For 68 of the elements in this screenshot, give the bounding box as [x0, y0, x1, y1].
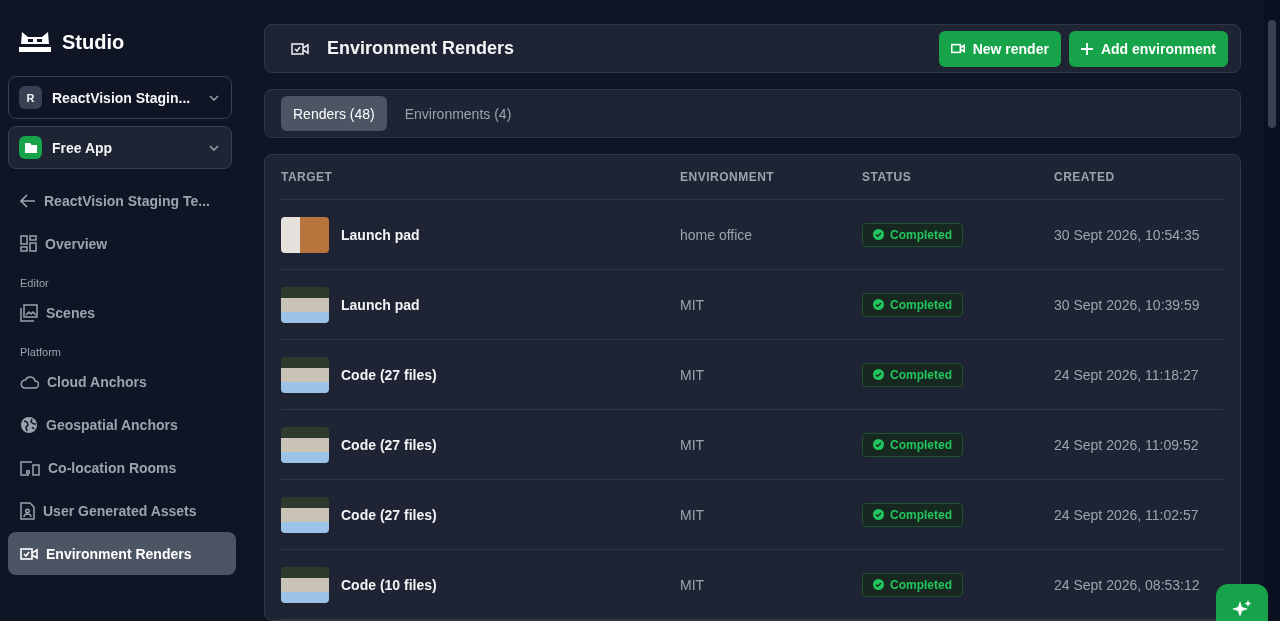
status-badge: Completed [862, 222, 963, 247]
nav-item[interactable]: Environment Renders [8, 532, 236, 575]
page-title: Environment Renders [327, 38, 516, 59]
nav-item[interactable]: Co-location Rooms [8, 446, 236, 489]
grid-icon [20, 235, 37, 252]
nav-item[interactable]: User Generated Assets [8, 489, 236, 532]
document-icon [20, 501, 35, 520]
status-badge: Completed [862, 292, 963, 317]
nav-item[interactable]: Overview [8, 222, 236, 265]
environment-name: MIT [680, 366, 706, 383]
tab[interactable]: Environments (4) [392, 96, 524, 131]
back-link[interactable]: ReactVision Staging Te... [8, 189, 236, 213]
plus-icon [1080, 42, 1093, 55]
column-header: TARGET [281, 170, 334, 184]
status-badge: Completed [862, 362, 963, 387]
nav-item[interactable]: Geospatial Anchors [8, 403, 236, 446]
folder-icon [19, 136, 42, 159]
column-header: STATUS [862, 170, 913, 184]
nav-item[interactable]: Cloud Anchors [8, 360, 236, 403]
created-date: 24 Sept 2026, 08:53:12 [1054, 576, 1201, 593]
scrollbar[interactable] [1264, 0, 1280, 621]
image-icon [20, 303, 38, 322]
brand-name: Studio [62, 30, 125, 54]
tab[interactable]: Renders (48) [281, 96, 387, 131]
created-date: 24 Sept 2026, 11:09:52 [1054, 436, 1200, 453]
video-camera-icon [291, 41, 309, 56]
target-name: Launch pad [341, 226, 420, 243]
section-heading: Platform [19, 345, 62, 360]
organization-selector[interactable]: R ReactVision Stagin... [8, 76, 232, 119]
video-camera-icon [950, 43, 965, 54]
section-heading: Editor [19, 276, 50, 291]
environment-name: MIT [680, 296, 706, 313]
thumbnail-placeholder [281, 286, 329, 323]
thumbnail-placeholder [281, 496, 329, 533]
assistant-button[interactable] [1216, 584, 1268, 621]
target-name: Code (27 files) [341, 366, 437, 383]
devices-icon [20, 459, 40, 476]
environment-name: MIT [680, 436, 706, 453]
thumbnail-placeholder [281, 356, 329, 393]
globe-icon [20, 415, 38, 434]
thumbnail-placeholder [281, 566, 329, 603]
environment-name: home office [680, 226, 754, 243]
created-date: 24 Sept 2026, 11:18:27 [1054, 366, 1200, 383]
status-badge: Completed [862, 502, 963, 527]
chevron-down-icon [209, 94, 219, 101]
target-name: Code (10 files) [341, 576, 437, 593]
arrow-left-icon [20, 194, 36, 208]
target-name: Code (27 files) [341, 436, 437, 453]
video-camera-icon [20, 546, 38, 561]
column-header: ENVIRONMENT [680, 170, 776, 184]
cat-logo-icon [16, 30, 54, 54]
target-name: Code (27 files) [341, 506, 437, 523]
thumbnail-placeholder [281, 426, 329, 463]
app-selector[interactable]: Free App [8, 126, 232, 169]
nav-item[interactable]: Scenes [8, 291, 236, 334]
created-date: 30 Sept 2026, 10:54:35 [1054, 226, 1201, 243]
target-name: Launch pad [341, 296, 420, 313]
status-badge: Completed [862, 572, 963, 597]
environment-name: MIT [680, 576, 706, 593]
environment-name: MIT [680, 506, 706, 523]
thumbnail-placeholder [281, 216, 329, 253]
chevron-down-icon [209, 144, 219, 151]
column-header: CREATED [1054, 170, 1116, 184]
status-badge: Completed [862, 432, 963, 457]
organization-avatar: R [19, 86, 42, 109]
created-date: 24 Sept 2026, 11:02:57 [1054, 506, 1200, 523]
cloud-icon [20, 374, 39, 389]
created-date: 30 Sept 2026, 10:39:59 [1054, 296, 1201, 313]
